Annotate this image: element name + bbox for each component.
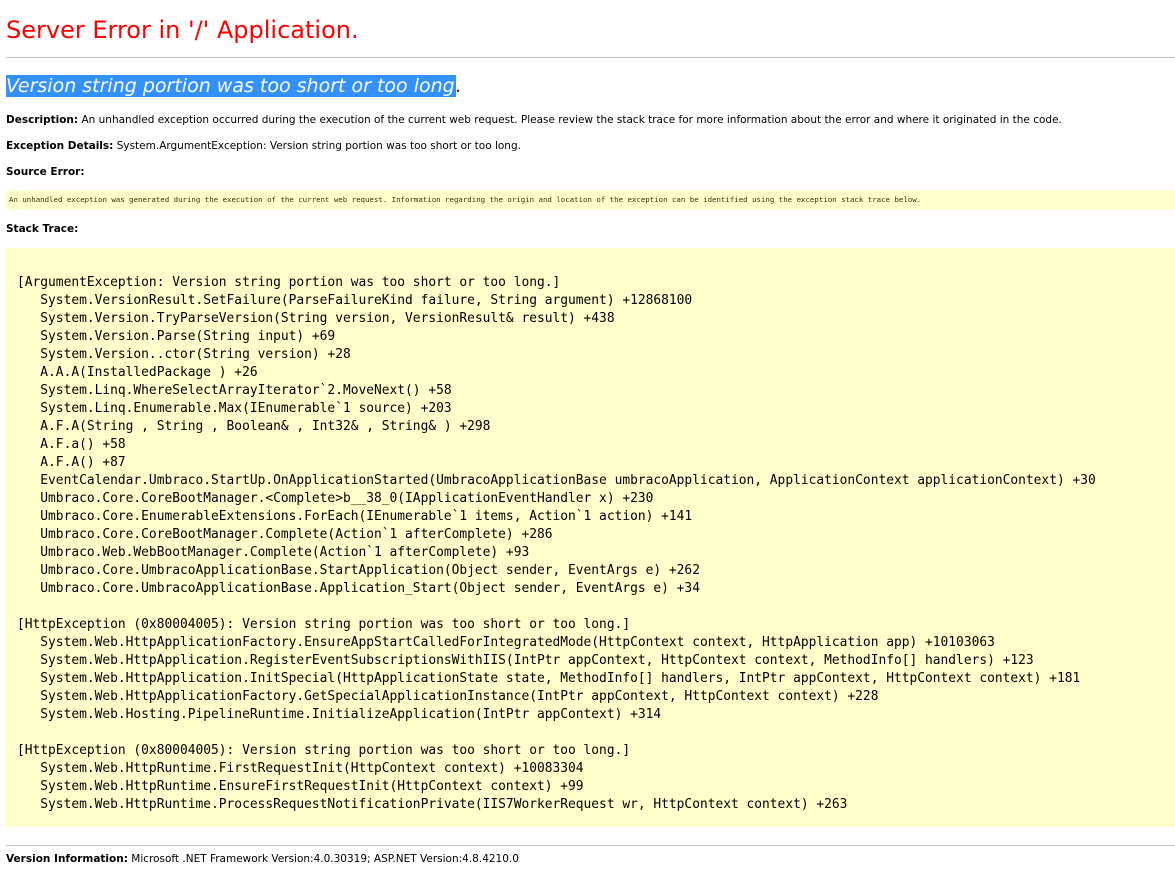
version-information-label: Version Information:: [6, 853, 128, 865]
stack-trace-text: [ArgumentException: Version string porti…: [17, 275, 1096, 812]
description-label: Description:: [6, 114, 79, 126]
source-error-text: An unhandled exception was generated dur…: [9, 195, 922, 204]
exception-details-label: Exception Details:: [6, 140, 114, 152]
divider-bottom: [6, 845, 1175, 846]
version-information-text: Microsoft .NET Framework Version:4.0.303…: [127, 853, 519, 865]
stack-trace-line: Stack Trace:: [6, 222, 78, 236]
error-message-suffix: .: [455, 75, 462, 97]
page-title: Server Error in '/' Application.: [6, 16, 359, 44]
exception-details-text: System.ArgumentException: Version string…: [113, 140, 521, 152]
version-information-line: Version Information: Microsoft .NET Fram…: [6, 852, 519, 866]
divider-top: [6, 57, 1175, 58]
source-error-box: An unhandled exception was generated dur…: [6, 190, 1175, 210]
source-error-label: Source Error:: [6, 166, 85, 178]
error-message-selected-text[interactable]: Version string portion was too short or …: [6, 75, 456, 97]
description-line: Description: An unhandled exception occu…: [6, 113, 1062, 127]
exception-details-line: Exception Details: System.ArgumentExcept…: [6, 139, 521, 153]
stack-trace-label: Stack Trace:: [6, 223, 79, 235]
source-error-line: Source Error:: [6, 165, 85, 179]
description-text: An unhandled exception occurred during t…: [78, 114, 1062, 126]
stack-trace-box: [ArgumentException: Version string porti…: [6, 248, 1175, 827]
error-message-heading: Version string portion was too short or …: [6, 73, 462, 99]
